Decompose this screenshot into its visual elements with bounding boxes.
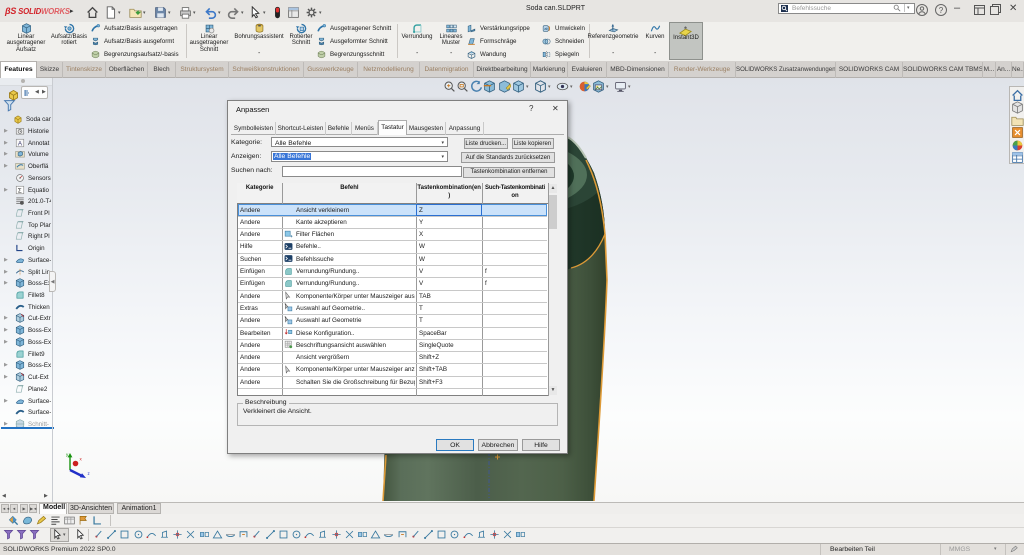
svg-text:z: z [88,471,91,476]
svg-text:x: x [80,457,83,462]
svg-text:Σ: Σ [18,187,22,194]
